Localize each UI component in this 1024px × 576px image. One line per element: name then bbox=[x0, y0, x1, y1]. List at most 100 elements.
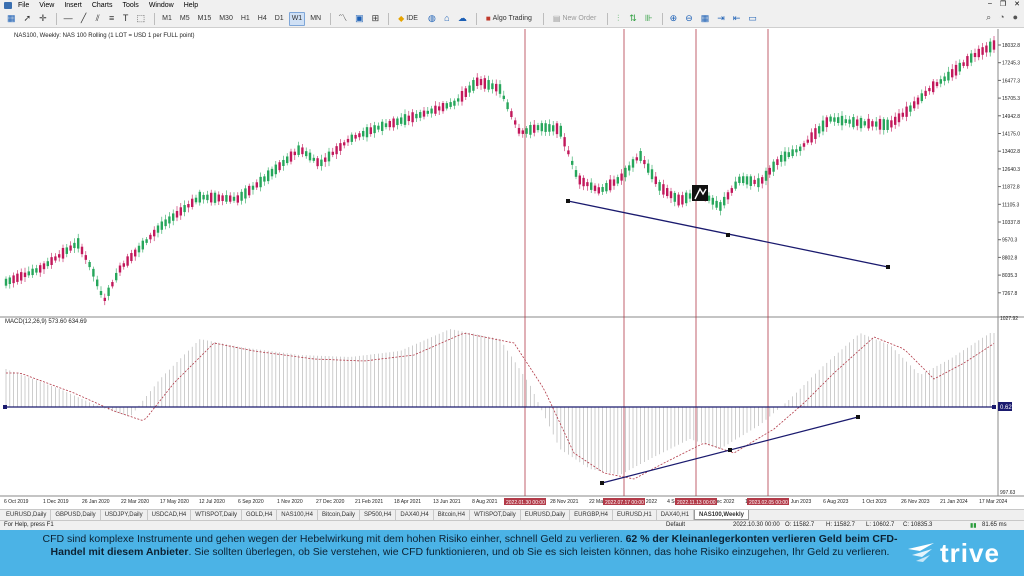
timeframe-h4[interactable]: H4 bbox=[255, 12, 270, 26]
zero-line-handle-left[interactable] bbox=[3, 405, 7, 409]
app-icon bbox=[4, 1, 12, 9]
user-icon[interactable]: ● bbox=[1013, 12, 1018, 23]
timeframe-d1[interactable]: D1 bbox=[272, 12, 287, 26]
timeframe-m30[interactable]: M30 bbox=[216, 12, 236, 26]
indicators-icon[interactable]: ⊞ bbox=[369, 12, 383, 26]
candle-body bbox=[723, 196, 726, 206]
chart-tab[interactable]: DAX40,H4 bbox=[396, 510, 434, 520]
chart-tab[interactable]: NAS100,Weekly bbox=[694, 510, 749, 520]
trive-logo-icon bbox=[908, 543, 934, 562]
chart-tab[interactable]: EURGBP,H4 bbox=[570, 510, 613, 520]
one-click-icon[interactable]: ⇅ bbox=[626, 12, 640, 26]
timeframe-mn[interactable]: MN bbox=[307, 12, 324, 26]
candle-body bbox=[289, 151, 293, 162]
chart-tab[interactable]: USDCAD,H4 bbox=[148, 510, 192, 520]
macd-trendline-handle-start[interactable] bbox=[600, 481, 604, 485]
macd-trendline-handle-mid[interactable] bbox=[728, 448, 732, 452]
minimize-icon[interactable]: – bbox=[988, 0, 992, 8]
shapes-icon[interactable]: ⬚ bbox=[134, 12, 149, 26]
trendline-handle-end[interactable] bbox=[886, 265, 890, 269]
status-profile[interactable]: Default bbox=[666, 522, 685, 528]
candle-body bbox=[764, 170, 768, 181]
algo-trading-button[interactable]: ■ Algo Trading bbox=[481, 12, 537, 26]
chart-tab[interactable]: EURUSD,H1 bbox=[613, 510, 657, 520]
restore-icon[interactable]: ❐ bbox=[1000, 0, 1006, 8]
channel-icon[interactable]: ⫽ bbox=[92, 12, 104, 26]
signals-icon[interactable]: ◍ bbox=[425, 12, 439, 26]
depth-icon[interactable]: ⫶ bbox=[612, 12, 624, 26]
chart-type-icon[interactable]: 〽 bbox=[335, 12, 350, 26]
candle-body bbox=[597, 187, 600, 194]
chart-tab[interactable]: WTISPOT,Daily bbox=[470, 510, 521, 520]
candle-body bbox=[966, 56, 969, 67]
text-icon[interactable]: T bbox=[120, 12, 132, 26]
menu-tools[interactable]: Tools bbox=[122, 2, 138, 9]
zero-line-handle-right[interactable] bbox=[992, 405, 996, 409]
new-chart-icon[interactable]: ▦ bbox=[4, 12, 19, 26]
chart-tab[interactable]: Bitcoin,Daily bbox=[318, 510, 360, 520]
candle-body bbox=[464, 88, 467, 97]
chart-tab[interactable]: GBPUSD,Daily bbox=[51, 510, 101, 520]
chart-tab[interactable]: SP500,H4 bbox=[360, 510, 397, 520]
chart-tab[interactable]: NAS100,H4 bbox=[277, 510, 318, 520]
chart-tab[interactable]: GOLD,H4 bbox=[242, 510, 278, 520]
chart-tab[interactable]: WTISPOT,Daily bbox=[191, 510, 242, 520]
timeframe-m1[interactable]: M1 bbox=[159, 12, 175, 26]
autoscroll-icon[interactable]: ⇥ bbox=[714, 12, 728, 26]
candle-body bbox=[111, 282, 114, 287]
notification-icon[interactable]: ◔ bbox=[999, 12, 1004, 23]
trendline-handle-mid[interactable] bbox=[726, 233, 730, 237]
chart-canvas[interactable]: NAS100, Weekly: NAS 100 Rolling (1 LOT =… bbox=[0, 29, 1024, 509]
chart-tab[interactable]: EURUSD,Daily bbox=[521, 510, 571, 520]
menu-view[interactable]: View bbox=[39, 2, 54, 9]
candle-body bbox=[259, 176, 262, 188]
tile-icon[interactable]: ▦ bbox=[698, 12, 713, 26]
new-order-button[interactable]: ▤ New Order bbox=[548, 12, 601, 26]
menu-charts[interactable]: Charts bbox=[92, 2, 113, 9]
bars-icon[interactable]: ⊪ bbox=[642, 12, 656, 26]
candle-body bbox=[31, 268, 34, 276]
fibo-icon[interactable]: ≡ bbox=[106, 12, 118, 26]
candle-body bbox=[8, 277, 11, 285]
trendline-handle-start[interactable] bbox=[566, 199, 570, 203]
vps-icon[interactable]: ☁ bbox=[455, 12, 470, 26]
timeframe-w1[interactable]: W1 bbox=[288, 11, 306, 26]
chart-tab[interactable]: USDJPY,Daily bbox=[101, 510, 148, 520]
macd-trendline-handle-end[interactable] bbox=[856, 415, 860, 419]
ide-button[interactable]: ◆ IDE bbox=[393, 12, 423, 26]
hline-icon[interactable]: — bbox=[61, 12, 76, 26]
chart-tab[interactable]: Bitcoin,H4 bbox=[434, 510, 471, 520]
screenshot-icon[interactable]: ▭ bbox=[745, 12, 760, 26]
connection-icon: ▮▮ bbox=[970, 523, 977, 529]
candle-body bbox=[236, 195, 239, 203]
candle-body bbox=[502, 95, 505, 100]
marker-date-label: 2022.07.17 00:00 bbox=[605, 500, 644, 506]
candle-body bbox=[39, 265, 42, 273]
candle-body bbox=[92, 268, 95, 277]
candle-body bbox=[312, 157, 315, 161]
candle-body bbox=[411, 112, 414, 123]
chart-tab[interactable]: EURUSD,Daily bbox=[2, 510, 52, 520]
cursor-icon[interactable]: ➚ bbox=[21, 12, 35, 26]
candle-body bbox=[308, 152, 312, 161]
timeframe-h1[interactable]: H1 bbox=[238, 12, 253, 26]
menu-window[interactable]: Window bbox=[149, 2, 174, 9]
market-icon[interactable]: ⌂ bbox=[441, 12, 453, 26]
timeframe-m5[interactable]: M5 bbox=[177, 12, 193, 26]
shift-icon[interactable]: ⇤ bbox=[730, 12, 744, 26]
search-icon[interactable]: ⌕ bbox=[986, 12, 991, 23]
chart-tab[interactable]: DAX40,H1 bbox=[657, 510, 695, 520]
candle-body bbox=[688, 193, 692, 199]
crosshair-icon[interactable]: ✛ bbox=[36, 12, 50, 26]
close-icon[interactable]: ✕ bbox=[1014, 0, 1020, 8]
templates-icon[interactable]: ▣ bbox=[352, 12, 367, 26]
trendline-icon[interactable]: ╱ bbox=[78, 12, 90, 26]
zoom-out-icon[interactable]: ⊖ bbox=[682, 12, 696, 26]
menu-insert[interactable]: Insert bbox=[64, 2, 82, 9]
chart-window[interactable]: NAS100, Weekly: NAS 100 Rolling (1 LOT =… bbox=[0, 29, 1024, 509]
menu-file[interactable]: File bbox=[18, 2, 29, 9]
timeframe-m15[interactable]: M15 bbox=[195, 12, 215, 26]
menu-help[interactable]: Help bbox=[184, 2, 198, 9]
zoom-in-icon[interactable]: ⊕ bbox=[667, 12, 681, 26]
candle-body bbox=[293, 151, 296, 156]
